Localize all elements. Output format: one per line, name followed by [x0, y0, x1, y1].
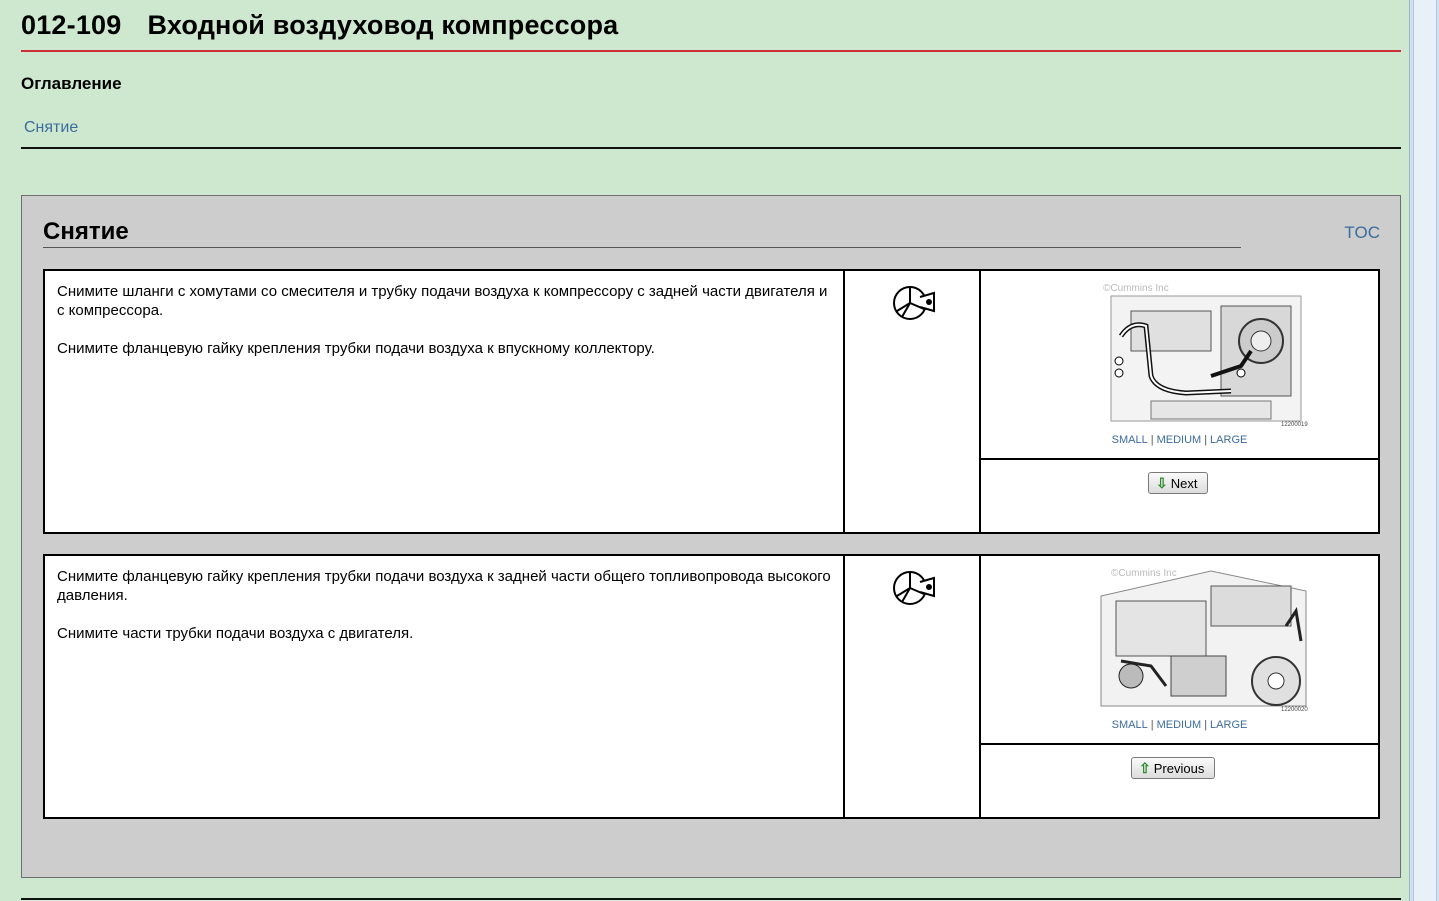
scrollbar-track[interactable]: [1413, 0, 1437, 901]
removal-section: Снятие TOC Снимите шланги с хомутами со …: [21, 195, 1401, 878]
step-row-2: Снимите фланцевую гайку крепления трубки…: [43, 554, 1380, 819]
arrow-up-icon: ⇧: [1139, 760, 1151, 776]
size-separator: |: [1204, 434, 1208, 446]
bottom-divider: [21, 898, 1401, 900]
section-divider: [43, 247, 1241, 248]
procedure-title: Входной воздуховод компрессора: [147, 10, 619, 40]
image-size-small[interactable]: SMALL: [1112, 719, 1148, 731]
section-title: Снятие: [43, 218, 129, 245]
image-code: 12200019: [1281, 422, 1308, 428]
step-text: Снимите фланцевую гайку крепления трубки…: [45, 556, 845, 817]
previous-button[interactable]: ⇧ Previous: [1131, 757, 1216, 779]
figure-area: ©Cummins Inc 12200020 SMALL | MEDIUM | LARGE: [981, 556, 1378, 745]
image-code: 12200020: [1281, 707, 1308, 713]
step-paragraph: Снимите фланцевую гайку крепления трубки…: [57, 340, 655, 357]
window-scrollbar-frame[interactable]: [1409, 0, 1439, 901]
image-watermark: ©Cummins Inc: [1103, 283, 1169, 294]
figure-cell: ©Cummins Inc 12200020 SMALL | MEDIUM | LARGE: [981, 556, 1378, 817]
figure-cell: ©Cummins Inc 12200019 SMALL | MEDIUM | L…: [981, 271, 1378, 532]
image-size-large[interactable]: LARGE: [1210, 719, 1247, 731]
remove-tool-icon: [893, 286, 935, 320]
size-separator: |: [1150, 719, 1154, 731]
step-row-1: Снимите шланги с хомутами со смесителя и…: [43, 269, 1380, 534]
step-icon-cell: [847, 556, 981, 817]
next-button[interactable]: ⇩ Next: [1148, 472, 1209, 494]
image-watermark: ©Cummins Inc: [1111, 568, 1177, 579]
image-size-links: SMALL | MEDIUM | LARGE: [981, 434, 1378, 446]
title-divider: [21, 50, 1401, 52]
image-size-links: SMALL | MEDIUM | LARGE: [981, 719, 1378, 731]
next-button-label: Next: [1170, 475, 1198, 491]
toc-divider: [21, 147, 1401, 149]
previous-button-label: Previous: [1153, 760, 1205, 776]
figure-area: ©Cummins Inc 12200019 SMALL | MEDIUM | L…: [981, 271, 1378, 460]
remove-tool-icon: [893, 571, 935, 605]
toc-link-removal[interactable]: Снятие: [24, 119, 78, 137]
step-paragraph: Снимите фланцевую гайку крепления трубки…: [57, 568, 831, 604]
procedure-number: 012-109: [21, 10, 122, 40]
toc-heading: Оглавление: [21, 74, 122, 93]
image-size-medium[interactable]: MEDIUM: [1157, 719, 1202, 731]
image-size-medium[interactable]: MEDIUM: [1157, 434, 1202, 446]
step-icon-cell: [847, 271, 981, 532]
engine-diagram-image[interactable]: ©Cummins Inc 12200019: [1091, 281, 1313, 429]
step-text: Снимите шланги с хомутами со смесителя и…: [45, 271, 845, 532]
toc-back-link[interactable]: TOC: [1344, 223, 1380, 243]
arrow-down-icon: ⇩: [1156, 475, 1168, 491]
size-separator: |: [1204, 719, 1208, 731]
image-size-large[interactable]: LARGE: [1210, 434, 1247, 446]
step-paragraph: Снимите части трубки подачи воздуха с дв…: [57, 625, 414, 642]
page-title: 012-109 Входной воздуховод компрессора: [21, 10, 618, 41]
engine-diagram-image[interactable]: ©Cummins Inc 12200020: [1091, 566, 1313, 714]
image-size-small[interactable]: SMALL: [1112, 434, 1148, 446]
step-paragraph: Снимите шланги с хомутами со смесителя и…: [57, 283, 828, 319]
size-separator: |: [1150, 434, 1154, 446]
